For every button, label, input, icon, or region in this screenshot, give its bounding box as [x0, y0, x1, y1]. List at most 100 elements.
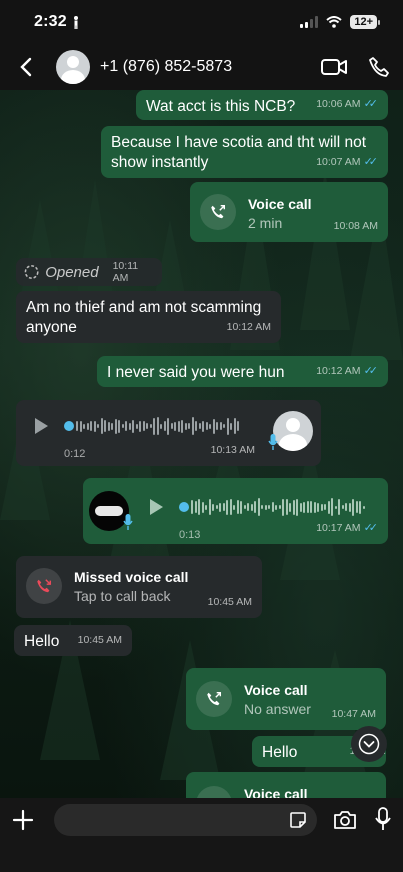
read-ticks-icon: ✓✓: [363, 98, 379, 110]
waveform-bar: [313, 501, 316, 513]
waveform-bar: [243, 505, 246, 509]
voice-call-card[interactable]: Voice call No answer 10:47 AM: [186, 668, 386, 730]
waveform-bar: [352, 498, 354, 516]
waveform-bar: [111, 422, 113, 430]
waveform-bar: [125, 421, 127, 431]
waveform-bar: [86, 422, 89, 430]
call-title: Voice call: [248, 196, 312, 212]
waveform-bar: [233, 504, 235, 510]
contact-name[interactable]: +1 (876) 852-5873: [100, 58, 321, 76]
chevron-down-icon: [358, 733, 380, 755]
message-text: I never said you were hun: [107, 364, 285, 381]
message-input-wrapper[interactable]: [54, 804, 317, 836]
play-button[interactable]: [150, 499, 163, 515]
message-incoming[interactable]: Am no thief and am not scamming anyone 1…: [16, 291, 281, 343]
waveform-bar: [219, 422, 222, 430]
phone-call-icon[interactable]: [369, 57, 389, 77]
waveform-bar: [355, 501, 358, 513]
outgoing-call-icon: [200, 194, 236, 230]
message-composer: [0, 798, 403, 872]
waveform-bar: [93, 420, 96, 432]
back-button[interactable]: [14, 55, 38, 79]
message-input[interactable]: [54, 811, 289, 829]
waveform-bar: [205, 504, 207, 510]
message-outgoing[interactable]: Because I have scotia and tht will not s…: [101, 126, 388, 178]
waveform-bar: [174, 421, 176, 431]
camera-icon[interactable]: [333, 809, 357, 831]
audio-waveform[interactable]: [191, 498, 365, 516]
waveform-bar: [114, 418, 117, 434]
message-meta: 10:47 AM: [331, 708, 376, 720]
message-meta: 10:13 AM: [210, 444, 255, 456]
message-meta: 10:45 AM: [207, 596, 252, 608]
person-icon: [73, 15, 78, 29]
waveform-bar: [261, 505, 263, 509]
message-list[interactable]: Wat acct is this NCB? 10:06 AM ✓✓ Because…: [0, 90, 403, 798]
scroll-to-bottom-button[interactable]: [351, 726, 387, 762]
waveform-bar: [132, 419, 134, 433]
waveform-bar: [237, 421, 239, 431]
waveform-bar: [362, 505, 365, 509]
call-title: Voice call: [244, 682, 308, 698]
message-text: Wat acct is this NCB?: [146, 98, 296, 115]
waveform-bar: [146, 423, 148, 429]
waveform-bar: [198, 499, 200, 515]
waveform-bar: [317, 502, 319, 512]
waveform-bar: [167, 417, 169, 435]
sticker-icon[interactable]: [289, 811, 307, 829]
waveform-bar: [209, 423, 211, 429]
call-title: Voice call: [244, 786, 308, 798]
voice-message-outgoing[interactable]: 0:13 10:17 AM ✓✓: [83, 478, 388, 544]
waveform-bar: [163, 421, 166, 431]
waveform-bar: [222, 503, 225, 511]
waveform-bar: [208, 499, 211, 515]
plus-icon[interactable]: [12, 809, 34, 831]
waveform-bar: [296, 498, 298, 516]
waveform-bar: [153, 417, 155, 435]
cellular-signal-icon: [300, 16, 319, 28]
waveform-bar: [216, 422, 218, 430]
call-title: Missed voice call: [74, 569, 189, 585]
waveform-bar: [195, 421, 197, 431]
playback-scrubber[interactable]: [64, 421, 74, 431]
message-outgoing[interactable]: Wat acct is this NCB? 10:06 AM ✓✓: [136, 90, 388, 120]
waveform-bar: [76, 421, 78, 431]
waveform-bar: [230, 422, 232, 430]
contact-avatar[interactable]: [56, 50, 90, 84]
voice-call-card[interactable]: Voice call: [186, 772, 386, 798]
voice-call-card[interactable]: Voice call 2 min 10:08 AM: [190, 182, 388, 242]
waveform-bar: [229, 499, 232, 515]
waveform-bar: [198, 423, 201, 429]
tap-to-call-back[interactable]: Tap to call back: [74, 586, 171, 606]
waveform-bar: [226, 499, 228, 515]
call-duration: 2 min: [248, 215, 283, 231]
waveform-bar: [250, 503, 253, 511]
voice-message-incoming[interactable]: 0:12 10:13 AM: [16, 400, 321, 466]
video-call-icon[interactable]: [321, 58, 347, 76]
play-button[interactable]: [35, 418, 48, 434]
chevron-left-icon: [20, 57, 32, 77]
waveform-bar: [118, 419, 120, 433]
waveform-bar: [257, 498, 260, 516]
microphone-icon[interactable]: [375, 807, 391, 831]
waveform-bar: [128, 422, 131, 430]
waveform-bar: [212, 503, 214, 511]
message-incoming[interactable]: Hello 10:45 AM: [14, 625, 132, 656]
waveform-bar: [282, 498, 284, 516]
status-time: 2:32: [34, 13, 80, 31]
waveform-bar: [334, 505, 337, 509]
waveform-bar: [345, 503, 347, 511]
waveform-bar: [338, 499, 340, 515]
playback-scrubber[interactable]: [179, 502, 189, 512]
waveform-bar: [160, 423, 162, 429]
audio-waveform[interactable]: [76, 417, 239, 435]
missed-call-card[interactable]: Missed voice call Tap to call back 10:45…: [16, 556, 262, 618]
message-outgoing[interactable]: I never said you were hun 10:12 AM ✓✓: [97, 356, 388, 387]
chat-header: +1 (876) 852-5873: [0, 44, 403, 90]
voice-duration: 0:12: [64, 448, 86, 460]
waveform-bar: [268, 505, 270, 509]
waveform-bar: [299, 502, 302, 512]
waveform-bar: [310, 501, 312, 513]
waveform-bar: [202, 420, 204, 432]
message-meta: 10:06 AM ✓✓: [316, 94, 378, 114]
